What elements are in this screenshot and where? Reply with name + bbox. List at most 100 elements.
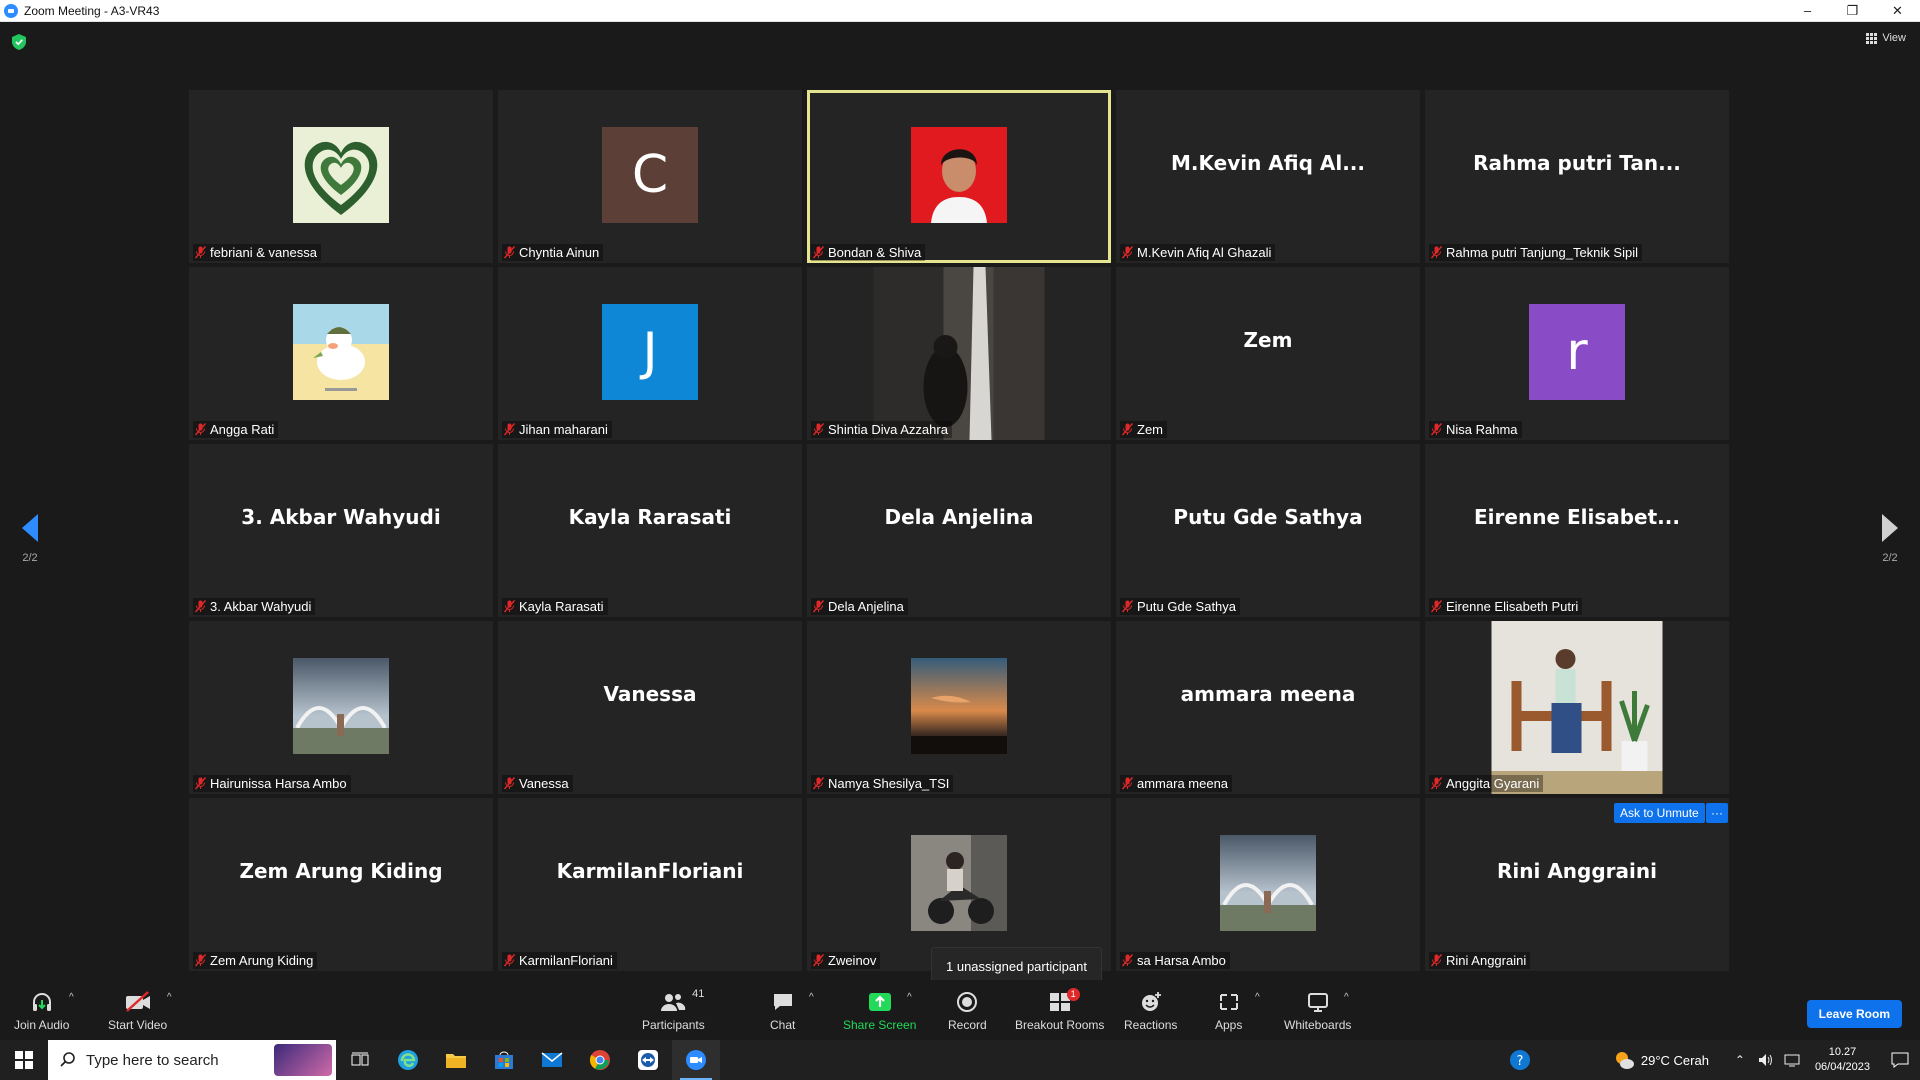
apps-caret-icon[interactable]: ^ xyxy=(1255,992,1260,1003)
participant-display-name: Zem xyxy=(1243,327,1293,352)
participant-tile[interactable]: sa Harsa Ambo xyxy=(1116,798,1420,971)
mic-muted-icon xyxy=(1431,600,1443,613)
participant-tile[interactable]: 3. Akbar Wahyudi 3. Akbar Wahyudi xyxy=(189,444,493,617)
participant-name-label: Shintia Diva Azzahra xyxy=(811,421,952,438)
headphones-icon xyxy=(32,993,51,1011)
arrow-right-icon xyxy=(1882,514,1898,542)
participant-tile[interactable]: Shintia Diva Azzahra xyxy=(807,267,1111,440)
participant-tile[interactable]: Vanessa Vanessa xyxy=(498,621,802,794)
window-titlebar: Zoom Meeting - A3-VR43 – ❐ ✕ xyxy=(0,0,1920,22)
minimize-button[interactable]: – xyxy=(1785,0,1830,22)
participant-display-name: Dela Anjelina xyxy=(884,504,1034,529)
page-indicator-right: 2/2 xyxy=(1882,552,1898,564)
participant-display-name: KarmilanFloriani xyxy=(556,858,744,883)
participant-tile[interactable]: Anggita Gyarani xyxy=(1425,621,1729,794)
audio-caret-icon[interactable]: ^ xyxy=(69,992,74,1003)
participant-tile[interactable]: Eirenne Elisabet... Eirenne Elisabeth Put… xyxy=(1425,444,1729,617)
participant-tile[interactable]: Namya Shesilya_TSI xyxy=(807,621,1111,794)
participant-tile[interactable]: Zem Zem xyxy=(1116,267,1420,440)
chat-button[interactable]: ^ Chat xyxy=(770,990,814,1032)
participant-tile[interactable]: C Chyntia Ainun xyxy=(498,90,802,263)
video-caret-icon[interactable]: ^ xyxy=(167,992,172,1003)
participant-tile[interactable]: Zem Arung Kiding Zem Arung Kiding xyxy=(189,798,493,971)
more-options-button[interactable]: ··· xyxy=(1706,803,1728,823)
restore-button[interactable]: ❐ xyxy=(1830,0,1875,22)
participant-tile[interactable]: febriani & vanessa xyxy=(189,90,493,263)
start-button[interactable] xyxy=(0,1040,48,1080)
weather-sun-cloud-icon xyxy=(1615,1052,1634,1069)
participant-tile[interactable]: ammara meena ammara meena xyxy=(1116,621,1420,794)
participant-name: Angga Rati xyxy=(210,422,275,437)
join-audio-button[interactable]: ^ Join Audio xyxy=(14,990,74,1032)
participant-tile[interactable]: r Nisa Rahma xyxy=(1425,267,1729,440)
whiteboards-label: Whiteboards xyxy=(1284,1018,1352,1032)
participant-name: Shintia Diva Azzahra xyxy=(828,422,948,437)
zoom-icon xyxy=(686,1050,706,1070)
zoom-taskbar-app[interactable] xyxy=(672,1040,720,1080)
ask-to-unmute-button[interactable]: Ask to Unmute xyxy=(1614,803,1705,823)
task-view-button[interactable] xyxy=(336,1040,384,1080)
teamviewer-taskbar-app[interactable] xyxy=(624,1040,672,1080)
weather-text: 29°C Cerah xyxy=(1640,1052,1709,1068)
breakout-rooms-button[interactable]: 1 Breakout Rooms xyxy=(1015,988,1104,1032)
participant-tile[interactable]: J Jihan maharani xyxy=(498,267,802,440)
participant-tile[interactable]: Rahma putri Tan... Rahma putri Tanjung_Te… xyxy=(1425,90,1729,263)
participant-name: M.Kevin Afiq Al Ghazali xyxy=(1137,245,1272,260)
participant-avatar-letter: J xyxy=(602,304,698,400)
chrome-taskbar-app[interactable] xyxy=(576,1040,624,1080)
participant-name: Dela Anjelina xyxy=(828,599,904,614)
close-button[interactable]: ✕ xyxy=(1875,0,1920,22)
participant-name: sa Harsa Ambo xyxy=(1137,953,1226,968)
network-button[interactable] xyxy=(1779,1053,1805,1067)
participants-button[interactable]: 41 Participants xyxy=(642,988,705,1032)
previous-page-button[interactable]: 2/2 xyxy=(10,514,50,564)
weather-widget[interactable]: 29°C Cerah xyxy=(1613,1050,1709,1070)
next-page-button[interactable]: 2/2 xyxy=(1870,514,1910,564)
participant-tile[interactable]: Dela Anjelina Dela Anjelina xyxy=(807,444,1111,617)
apps-button[interactable]: ^ Apps xyxy=(1215,990,1260,1032)
mic-muted-icon xyxy=(504,423,516,436)
participant-tile[interactable]: Angga Rati xyxy=(189,267,493,440)
participant-tile[interactable]: Kayla Rarasati Kayla Rarasati xyxy=(498,444,802,617)
share-screen-button[interactable]: ^ Share Screen xyxy=(843,990,916,1032)
system-clock[interactable]: 10.27 06/04/2023 xyxy=(1815,1045,1870,1075)
start-video-button[interactable]: ^ Start Video xyxy=(108,990,172,1032)
share-caret-icon[interactable]: ^ xyxy=(907,992,912,1003)
participant-video-image xyxy=(873,267,1045,440)
participant-name-label: Hairunissa Harsa Ambo xyxy=(193,775,351,792)
share-screen-label: Share Screen xyxy=(843,1018,917,1032)
view-button[interactable]: View xyxy=(1866,32,1906,44)
taskbar-search[interactable]: Type here to search xyxy=(48,1040,336,1080)
participant-tile[interactable]: Hairunissa Harsa Ambo xyxy=(189,621,493,794)
mic-muted-icon xyxy=(504,777,516,790)
volume-button[interactable] xyxy=(1753,1053,1779,1067)
show-hidden-icons-button[interactable]: ⌃ xyxy=(1727,1053,1753,1067)
whiteboards-button[interactable]: ^ Whiteboards xyxy=(1284,990,1351,1032)
participant-tile[interactable]: Bondan & Shiva xyxy=(807,90,1111,263)
notification-center-button[interactable] xyxy=(1880,1052,1920,1068)
participant-name-label: Zweinov xyxy=(811,952,881,969)
reactions-button[interactable]: Reactions xyxy=(1124,990,1177,1032)
participant-tile[interactable]: Zweinov xyxy=(807,798,1111,971)
security-shield-icon[interactable] xyxy=(12,34,26,50)
record-button[interactable]: Record xyxy=(948,990,987,1032)
chevron-up-icon: ⌃ xyxy=(1734,1053,1745,1067)
participant-tile[interactable]: M.Kevin Afiq Al... M.Kevin Afiq Al Ghazal… xyxy=(1116,90,1420,263)
file-explorer-taskbar-app[interactable] xyxy=(432,1040,480,1080)
leave-room-button[interactable]: Leave Room xyxy=(1806,1000,1902,1028)
participant-tile[interactable]: Rini Anggraini Rini Anggraini xyxy=(1425,798,1729,971)
participant-avatar-image xyxy=(293,304,389,400)
store-taskbar-app[interactable] xyxy=(480,1040,528,1080)
whiteboards-caret-icon[interactable]: ^ xyxy=(1344,992,1349,1003)
chat-caret-icon[interactable]: ^ xyxy=(809,992,814,1003)
participant-display-name: Vanessa xyxy=(603,681,697,706)
help-tray-button[interactable]: ? xyxy=(1507,1049,1533,1071)
participant-display-name: Putu Gde Sathya xyxy=(1173,504,1363,529)
participant-tile[interactable]: KarmilanFloriani KarmilanFloriani xyxy=(498,798,802,971)
search-placeholder: Type here to search xyxy=(86,1051,219,1069)
participant-tile[interactable]: Putu Gde Sathya Putu Gde Sathya xyxy=(1116,444,1420,617)
participant-name-label: Nisa Rahma xyxy=(1429,421,1522,438)
edge-taskbar-app[interactable] xyxy=(384,1040,432,1080)
page-indicator-left: 2/2 xyxy=(22,552,38,564)
mail-taskbar-app[interactable] xyxy=(528,1040,576,1080)
